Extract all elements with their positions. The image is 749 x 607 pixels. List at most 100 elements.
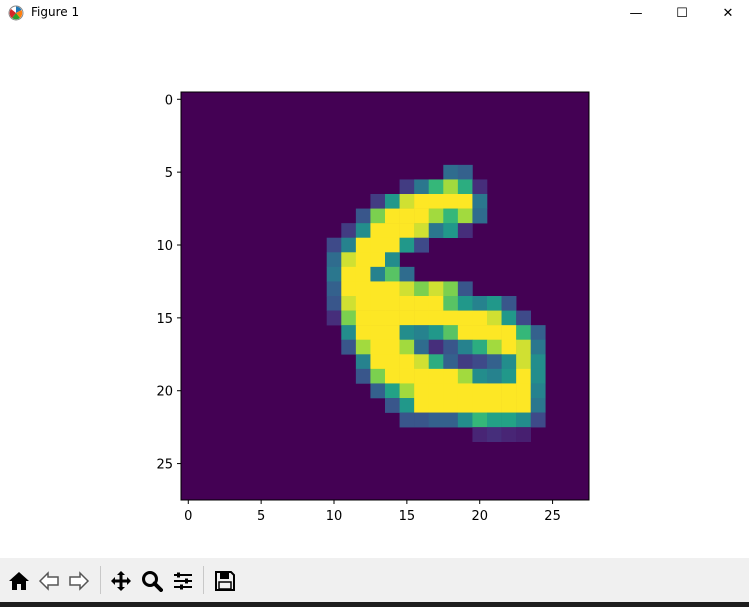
matplotlib-logo-icon: [8, 5, 24, 21]
heatmap-pixel: [487, 296, 502, 311]
heatmap-pixel: [385, 194, 400, 209]
heatmap-pixel: [399, 339, 415, 355]
heatmap-pixel: [443, 223, 459, 239]
heatmap-pixel: [472, 398, 488, 413]
heatmap-pixel: [487, 354, 502, 370]
heatmap-pixel: [443, 325, 459, 341]
heatmap-pixel: [399, 310, 415, 326]
heatmap-pixel: [516, 383, 532, 399]
x-tick-label: 25: [544, 509, 561, 524]
heatmap-pixel: [428, 194, 444, 209]
heatmap-pixel: [341, 252, 357, 268]
heatmap-pixel: [355, 310, 371, 326]
x-tick-label: 5: [257, 509, 265, 524]
heatmap-pixel: [443, 281, 459, 297]
heatmap-pixel: [443, 310, 459, 326]
heatmap-pixel: [385, 252, 400, 268]
heatmap-pixel: [385, 398, 400, 413]
heatmap-pixel: [414, 383, 430, 399]
heatmap-pixel: [355, 281, 371, 297]
heatmap-pixel: [501, 383, 517, 399]
heatmap-pixel: [385, 354, 400, 370]
sliders-icon: [174, 572, 192, 590]
y-tick-label: 25: [156, 458, 173, 473]
heatmap-pixel: [414, 325, 430, 341]
heatmap-pixel: [501, 325, 517, 341]
heatmap-pixel: [428, 368, 444, 384]
heatmap-pixel: [414, 412, 430, 428]
heatmap-pixel: [457, 339, 473, 355]
heatmap-pixel: [399, 412, 415, 428]
heatmap-pixel: [428, 339, 444, 355]
heatmap-pixel: [414, 354, 430, 370]
heatmap-pixel: [326, 266, 342, 282]
heatmap-pixel: [457, 164, 473, 180]
heatmap-pixel: [472, 325, 488, 341]
heatmap-pixel: [385, 368, 400, 384]
y-tick-label: 10: [156, 239, 173, 254]
close-button[interactable]: ✕: [705, 0, 749, 26]
heatmap-pixel: [414, 398, 430, 413]
minimize-button[interactable]: —: [613, 0, 659, 26]
heatmap-pixel: [457, 194, 473, 209]
heatmap-pixel: [370, 296, 386, 311]
heatmap-pixel: [385, 208, 400, 224]
heatmap-pixel: [355, 354, 371, 370]
save-button[interactable]: [210, 565, 240, 597]
heatmap-pixel: [457, 325, 473, 341]
heatmap-pixel: [399, 354, 415, 370]
heatmap-pixel: [501, 310, 517, 326]
heatmap-pixel: [487, 427, 502, 443]
heatmap-pixel: [472, 412, 488, 428]
minimize-icon: —: [629, 5, 643, 21]
zoom-button[interactable]: [137, 565, 167, 597]
heatmap-pixel: [530, 412, 546, 428]
maximize-button[interactable]: ☐: [659, 0, 705, 26]
heatmap-image: [181, 92, 589, 500]
heatmap-pixel: [385, 325, 400, 341]
image-plot: 0 5 10 15 20 25 0 5 10 15 20 25: [156, 91, 590, 524]
heatmap-pixel: [472, 354, 488, 370]
heatmap-pixel: [530, 398, 546, 413]
heatmap-pixel: [370, 368, 386, 384]
heatmap-pixel: [472, 339, 488, 355]
heatmap-pixel: [370, 354, 386, 370]
heatmap-pixel: [428, 310, 444, 326]
heatmap-pixel: [414, 208, 430, 224]
pan-button[interactable]: [106, 565, 136, 597]
heatmap-pixel: [487, 398, 502, 413]
home-button[interactable]: [4, 565, 34, 597]
heatmap-pixel: [355, 296, 371, 311]
heatmap-pixel: [428, 383, 444, 399]
heatmap-pixel: [443, 354, 459, 370]
heatmap-pixel: [457, 398, 473, 413]
heatmap-pixel: [385, 310, 400, 326]
maximize-icon: ☐: [676, 5, 688, 21]
heatmap-pixel: [457, 354, 473, 370]
arrow-right-icon: [69, 571, 90, 591]
heatmap-pixel: [487, 383, 502, 399]
arrow-left-icon: [38, 571, 59, 591]
back-button[interactable]: [34, 565, 64, 597]
heatmap-pixel: [399, 281, 415, 297]
forward-button[interactable]: [64, 565, 94, 597]
heatmap-pixel: [472, 208, 488, 224]
heatmap-pixel: [428, 179, 444, 195]
y-axis-ticks: 0 5 10 15 20 25: [156, 93, 181, 473]
x-tick-label: 0: [184, 509, 192, 524]
heatmap-pixel: [472, 368, 488, 384]
heatmap-pixel: [457, 208, 473, 224]
heatmap-pixel: [341, 339, 357, 355]
heatmap-pixel: [341, 325, 357, 341]
heatmap-pixel: [516, 339, 532, 355]
title-bar: Figure 1 — ☐ ✕: [0, 0, 749, 26]
heatmap-pixel: [443, 164, 459, 180]
configure-subplots-button[interactable]: [168, 565, 198, 597]
heatmap-pixel: [370, 325, 386, 341]
heatmap-pixel: [399, 325, 415, 341]
heatmap-pixel: [370, 310, 386, 326]
heatmap-pixel: [457, 223, 473, 239]
toolbar-separator: [100, 566, 101, 594]
heatmap-pixel: [457, 296, 473, 311]
background-window-strip: [0, 602, 749, 607]
